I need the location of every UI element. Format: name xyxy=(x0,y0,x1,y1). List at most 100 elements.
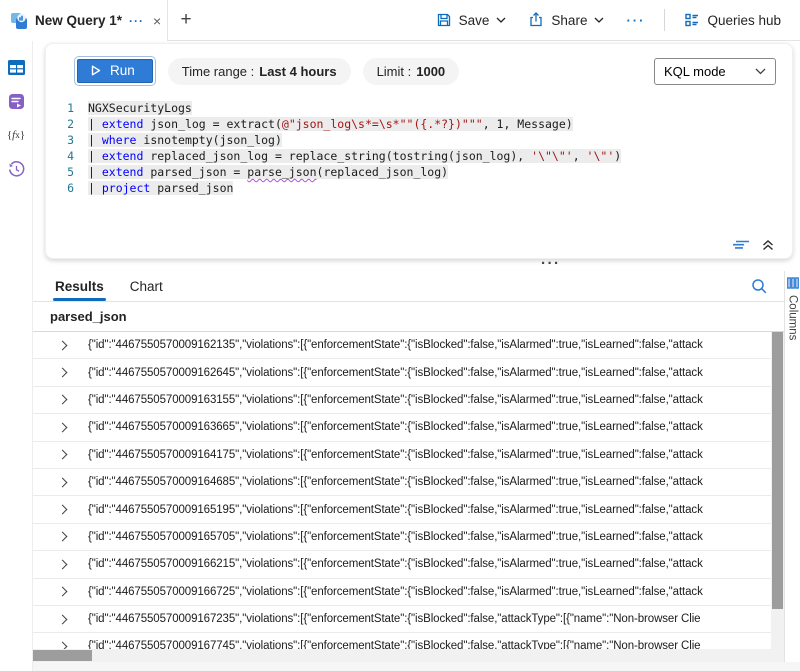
tab-more-icon[interactable]: ··· xyxy=(129,14,144,28)
expand-row-chevron-icon[interactable] xyxy=(58,505,68,515)
row-json-value: {"id":"4467550570009162135","violations"… xyxy=(88,339,703,351)
results-tab-bar: Results Chart xyxy=(33,271,800,302)
save-icon xyxy=(436,12,452,28)
tab-chart[interactable]: Chart xyxy=(130,271,163,301)
code-text: | where isnotempty(json_log) xyxy=(88,132,282,148)
share-button[interactable]: Share xyxy=(519,6,613,34)
run-button-focus-ring: Run xyxy=(74,56,156,86)
line-number: 1 xyxy=(46,100,74,116)
columns-icon xyxy=(787,277,799,289)
kusto-web-explorer: New Query 1* ··· × + Save xyxy=(0,0,800,671)
functions-icon[interactable]: {fx} xyxy=(6,125,26,145)
time-range-picker[interactable]: Time range : Last 4 hours xyxy=(168,58,351,85)
expand-row-chevron-icon[interactable] xyxy=(58,340,68,350)
view-options-icon[interactable] xyxy=(730,238,752,253)
share-icon xyxy=(528,12,544,28)
left-rail: {fx} xyxy=(0,41,33,671)
queries-hub-label: Queries hub xyxy=(707,13,781,28)
limit-picker[interactable]: Limit : 1000 xyxy=(363,58,460,85)
table-row[interactable]: {"id":"4467550570009162135","violations"… xyxy=(33,332,784,359)
table-row[interactable]: {"id":"4467550570009163155","violations"… xyxy=(33,387,784,414)
queries-hub-button[interactable]: Queries hub xyxy=(675,6,790,34)
table-row[interactable]: {"id":"4467550570009162645","violations"… xyxy=(33,359,784,386)
history-icon[interactable] xyxy=(6,159,26,179)
query-mode-value: KQL mode xyxy=(664,64,726,79)
new-tab-button[interactable]: + xyxy=(168,0,204,40)
more-actions-button[interactable]: ··· xyxy=(617,7,654,34)
row-json-value: {"id":"4467550570009166725","violations"… xyxy=(88,586,703,598)
table-row[interactable]: {"id":"4467550570009164685","violations"… xyxy=(33,469,784,496)
expand-row-chevron-icon[interactable] xyxy=(58,422,68,432)
query-list-icon[interactable] xyxy=(6,91,26,111)
expand-row-chevron-icon[interactable] xyxy=(58,477,68,487)
query-panel: Run Time range : Last 4 hours Limit : 10… xyxy=(45,43,793,259)
tables-icon[interactable] xyxy=(6,57,26,77)
expand-row-chevron-icon[interactable] xyxy=(58,450,68,460)
vertical-scrollbar[interactable] xyxy=(771,332,784,662)
editor-line[interactable]: 1 NGXSecurityLogs xyxy=(46,100,792,116)
content-area: Run Time range : Last 4 hours Limit : 10… xyxy=(33,41,800,671)
table-row[interactable]: {"id":"4467550570009166725","violations"… xyxy=(33,579,784,606)
horizontal-scrollbar[interactable] xyxy=(33,649,771,662)
line-number: 4 xyxy=(46,148,74,164)
expand-row-chevron-icon[interactable] xyxy=(58,368,68,378)
splitter-handle[interactable]: ··· xyxy=(541,255,561,272)
expand-row-chevron-icon[interactable] xyxy=(58,614,68,624)
table-row[interactable]: {"id":"4467550570009164175","violations"… xyxy=(33,442,784,469)
limit-value: 1000 xyxy=(416,64,445,79)
run-label: Run xyxy=(110,63,135,78)
horizontal-scrollbar-thumb[interactable] xyxy=(33,650,92,661)
time-range-value: Last 4 hours xyxy=(259,64,336,79)
expand-row-chevron-icon[interactable] xyxy=(58,559,68,569)
columns-side-panel[interactable]: Columns xyxy=(784,271,800,662)
table-row[interactable]: {"id":"4467550570009163665","violations"… xyxy=(33,414,784,441)
row-json-value: {"id":"4467550570009166215","violations"… xyxy=(88,558,703,570)
run-button[interactable]: Run xyxy=(77,59,153,83)
code-text: | extend json_log = extract(@"json_log\s… xyxy=(88,116,573,132)
code-text: | extend replaced_json_log = replace_str… xyxy=(88,148,621,164)
editor-line[interactable]: 4 | extend replaced_json_log = replace_st… xyxy=(46,148,792,164)
table-row[interactable]: {"id":"4467550570009165195","violations"… xyxy=(33,496,784,523)
table-row[interactable]: {"id":"4467550570009166215","violations"… xyxy=(33,551,784,578)
bottom-strip xyxy=(33,662,800,671)
results-grid: parsed_json {"id":"4467550570009162135",… xyxy=(33,302,784,671)
collapse-editor-icon[interactable] xyxy=(760,237,776,253)
row-json-value: {"id":"4467550570009163665","violations"… xyxy=(88,421,703,433)
tab-close-icon[interactable]: × xyxy=(151,13,163,29)
expand-row-chevron-icon[interactable] xyxy=(58,532,68,542)
share-chevron-down-icon xyxy=(594,17,604,23)
row-json-value: {"id":"4467550570009162645","violations"… xyxy=(88,367,703,379)
vertical-scrollbar-thumb[interactable] xyxy=(772,332,783,609)
table-row[interactable]: {"id":"4467550570009167235","violations"… xyxy=(33,606,784,633)
code-text: | extend parsed_json = parse_json(replac… xyxy=(88,164,448,180)
search-icon[interactable] xyxy=(749,276,770,297)
query-editor[interactable]: 1 NGXSecurityLogs2| extend json_log = ext… xyxy=(46,92,792,196)
play-icon xyxy=(91,65,101,76)
save-button[interactable]: Save xyxy=(427,6,516,34)
row-json-value: {"id":"4467550570009167235","violations"… xyxy=(88,613,700,625)
table-row[interactable]: {"id":"4467550570009165705","violations"… xyxy=(33,524,784,551)
row-json-value: {"id":"4467550570009164175","violations"… xyxy=(88,449,703,461)
save-chevron-down-icon xyxy=(496,17,506,23)
editor-line[interactable]: 5| extend parsed_json = parse_json(repla… xyxy=(46,164,792,180)
query-tab-title: New Query 1* xyxy=(35,13,122,28)
expand-row-chevron-icon[interactable] xyxy=(58,395,68,405)
save-label: Save xyxy=(459,13,490,28)
code-text: NGXSecurityLogs xyxy=(88,100,192,116)
top-tab-bar: New Query 1* ··· × + Save xyxy=(0,0,800,41)
query-toolbar: Run Time range : Last 4 hours Limit : 10… xyxy=(46,44,792,92)
code-text: | project parsed_json xyxy=(88,180,233,196)
columns-panel-label: Columns xyxy=(787,295,799,340)
expand-row-chevron-icon[interactable] xyxy=(58,587,68,597)
column-header-parsed-json[interactable]: parsed_json xyxy=(33,302,784,332)
editor-line[interactable]: 3| where isnotempty(json_log) xyxy=(46,132,792,148)
results-panel: Results Chart parsed_json {"id":"4467550… xyxy=(33,271,800,671)
editor-line[interactable]: 2| extend json_log = extract(@"json_log\… xyxy=(46,116,792,132)
query-mode-select[interactable]: KQL mode xyxy=(654,58,776,85)
editor-line[interactable]: 6| project parsed_json xyxy=(46,180,792,196)
tab-results[interactable]: Results xyxy=(55,271,104,301)
query-tab[interactable]: New Query 1* ··· × xyxy=(0,0,168,41)
adx-logo-icon xyxy=(10,12,28,30)
row-json-value: {"id":"4467550570009163155","violations"… xyxy=(88,394,703,406)
time-range-label: Time range : xyxy=(182,64,255,79)
